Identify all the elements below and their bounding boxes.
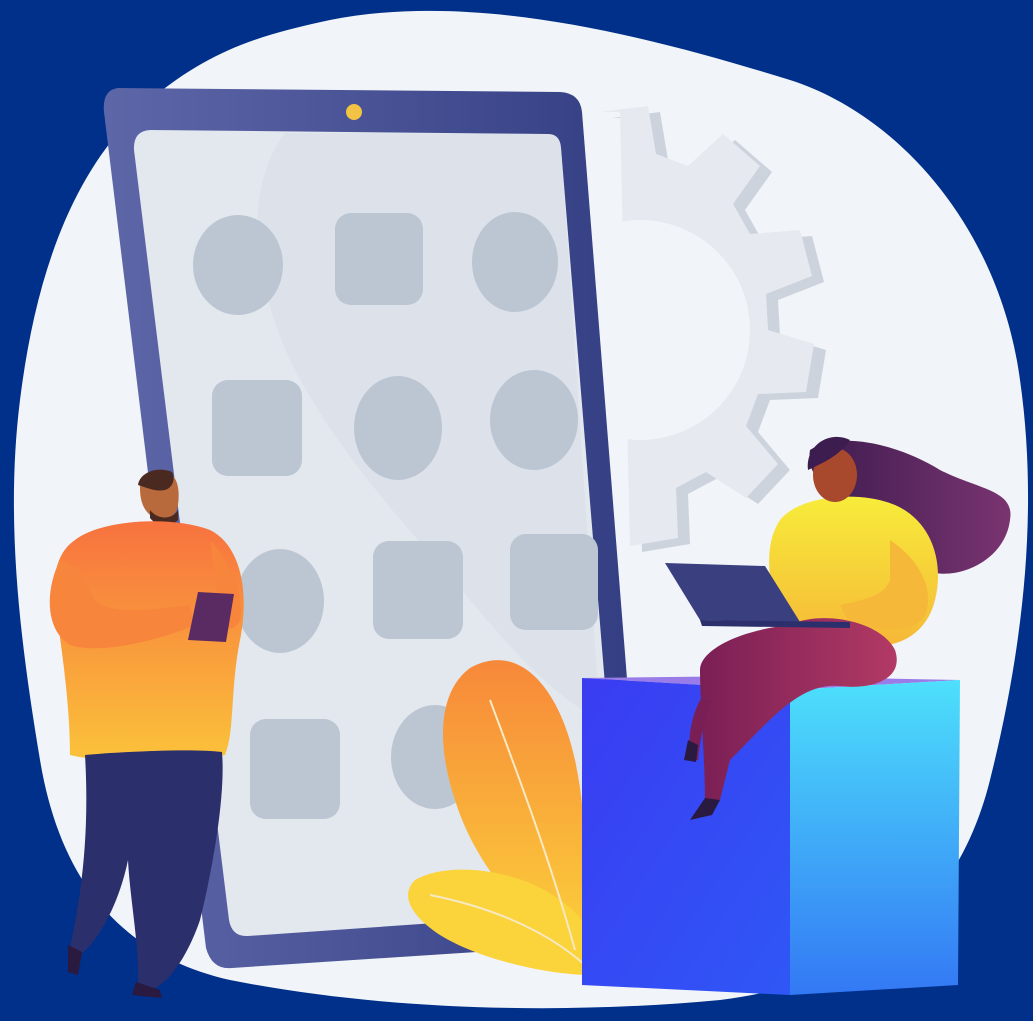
app-development-illustration [13,10,1029,1009]
app-icon [510,534,598,630]
app-icon [236,549,324,653]
app-icon [212,380,302,476]
cube-seat [582,676,960,995]
app-icon [472,212,558,312]
app-icon [250,719,340,819]
app-icon [354,376,442,480]
illustration-stage [0,0,1033,1021]
app-icon [490,370,578,470]
app-icon [373,541,463,639]
app-icon [193,215,283,315]
app-icon [335,213,423,305]
camera-icon [346,104,362,120]
